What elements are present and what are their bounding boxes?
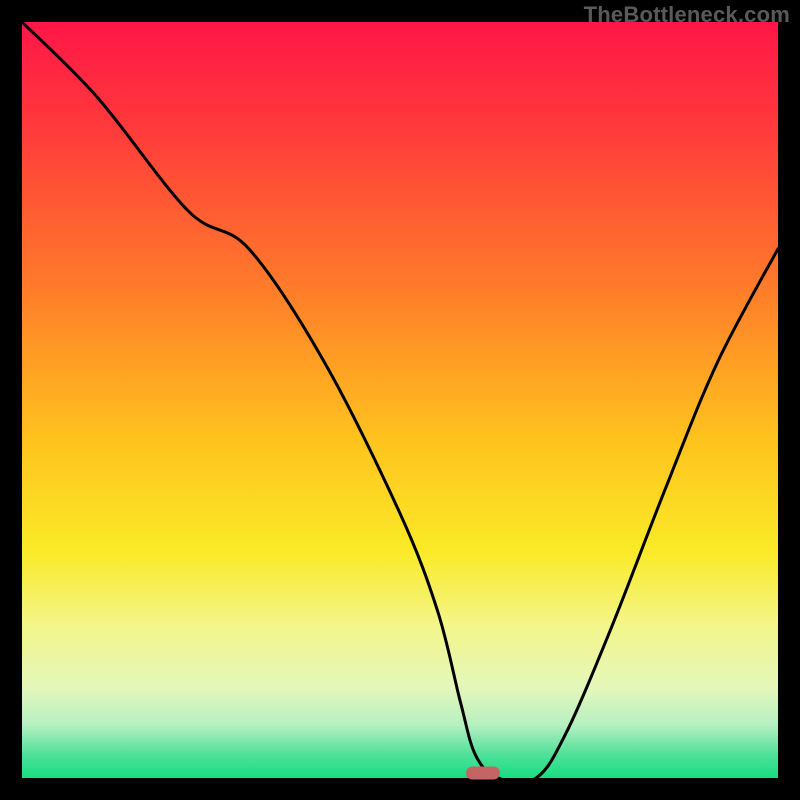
- gradient-background: [22, 22, 778, 778]
- optimal-zone-marker: [466, 767, 500, 780]
- chart-frame: TheBottleneck.com: [0, 0, 800, 800]
- bottleneck-chart: [22, 22, 778, 778]
